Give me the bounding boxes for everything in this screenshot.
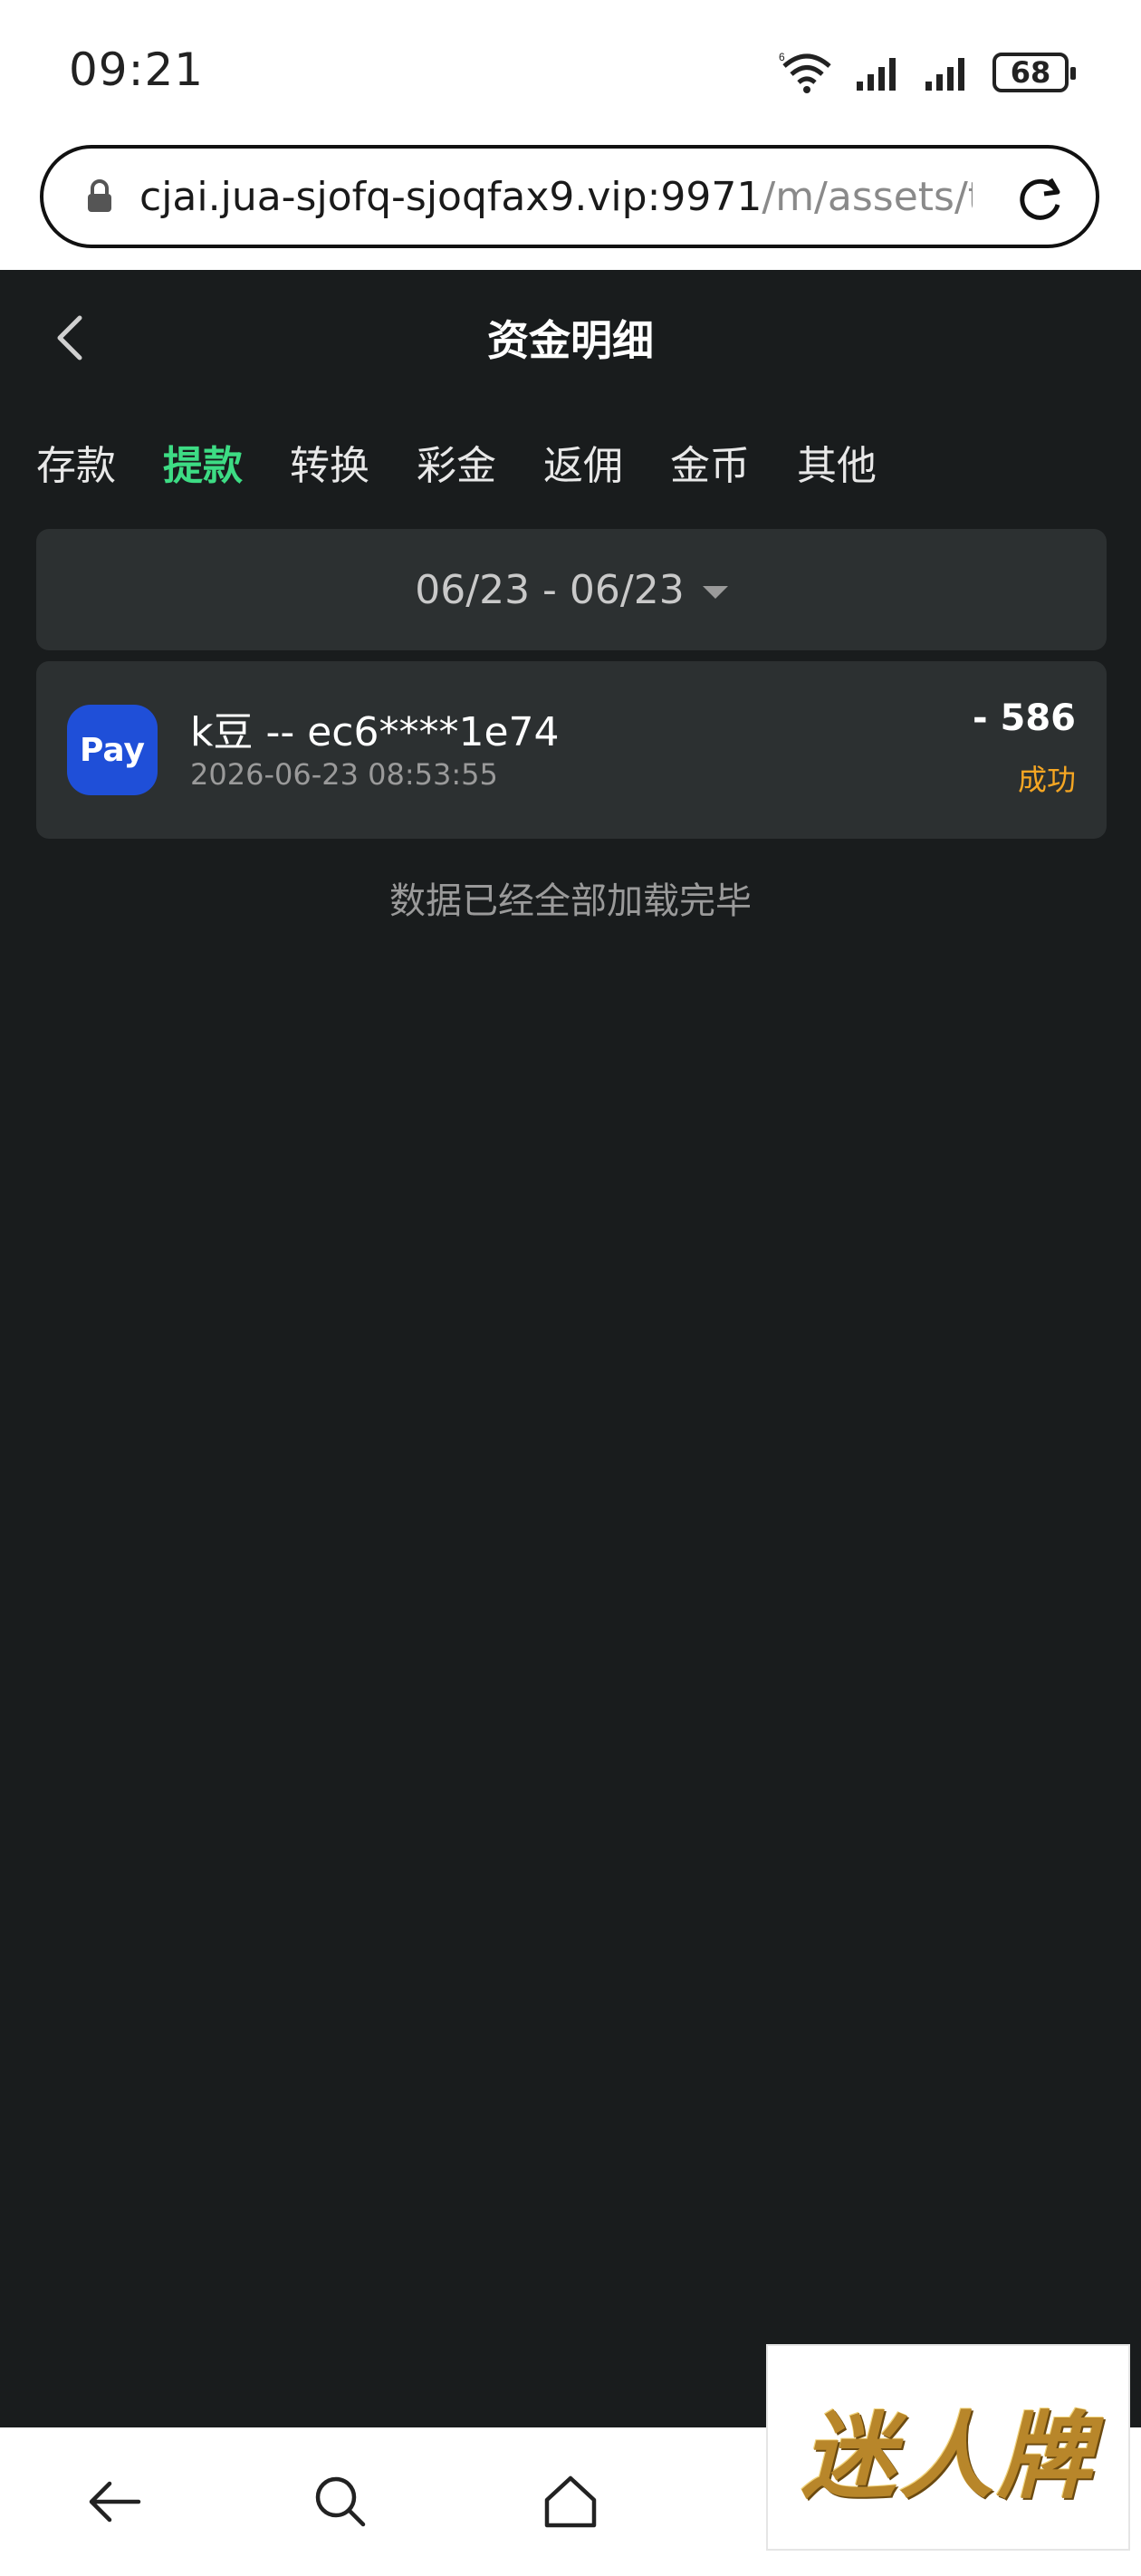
status-bar: 09:21 6 68 [0,0,1141,136]
tab-other[interactable]: 其他 [797,433,877,491]
arrow-left-icon [89,2481,141,2523]
url-host: cjai.jua-sjofq-sjoqfax9.vip:9971 [139,173,762,220]
page-title: 资金明细 [487,316,654,365]
signal-icon-2 [925,58,964,91]
home-icon [544,2475,597,2528]
browser-toolbar: cjai.jua-sjofq-sjoqfax9.vip:9971/m/asset… [0,136,1141,270]
transaction-status: 成功 [1017,763,1076,797]
url-text: cjai.jua-sjofq-sjoqfax9.vip:9971/m/asset… [139,174,973,220]
transaction-card[interactable]: Pay k豆 -- ec6****1e74 2026-06-23 08:53:5… [36,661,1107,839]
url-path: /m/assets/tra [762,173,973,220]
address-bar[interactable]: cjai.jua-sjofq-sjoqfax9.vip:9971/m/asset… [40,145,1099,248]
nav-search-button[interactable] [306,2467,375,2536]
watermark-logo: 迷人牌 [801,2399,1095,2512]
reload-icon[interactable] [1014,172,1067,225]
tab-coins[interactable]: 金币 [670,433,750,491]
watermark: 迷人牌 [766,2344,1130,2551]
lock-icon [88,179,111,212]
svg-text:6: 6 [779,51,785,63]
nav-back-button[interactable] [80,2467,149,2536]
date-range: 06/23 - 06/23 [415,566,685,613]
transaction-title: k豆 -- ec6****1e74 [190,709,560,755]
screen: 09:21 6 68 cjai.jua-sjofq-sjoqfax9.vip:9… [0,0,1141,2576]
caret-down-icon [702,586,728,599]
category-tabs: 存款 提款 转换 彩金 返佣 金币 其他 [36,433,877,491]
status-time: 09:21 [69,43,205,96]
tab-transfer[interactable]: 转换 [290,433,369,491]
wifi-icon: 6 [779,51,831,93]
search-icon [315,2476,366,2527]
tab-withdraw[interactable]: 提款 [163,433,243,491]
nav-home-button[interactable] [536,2467,605,2536]
battery-level: 68 [1010,55,1051,90]
pay-logo: Pay [67,705,158,795]
tab-deposit[interactable]: 存款 [36,433,116,491]
transaction-amount: - 586 [972,697,1076,739]
signal-icon [857,58,896,91]
battery-icon: 68 [992,53,1076,92]
app-header: 资金明细 [0,270,1141,406]
date-filter[interactable]: 06/23 - 06/23 [36,529,1107,650]
tab-bonus[interactable]: 彩金 [417,433,496,491]
transaction-time: 2026-06-23 08:53:55 [190,757,498,792]
status-icons: 6 68 [779,45,1076,100]
end-of-list-note: 数据已经全部加载完毕 [389,880,752,922]
tab-rebate[interactable]: 返佣 [543,433,623,491]
